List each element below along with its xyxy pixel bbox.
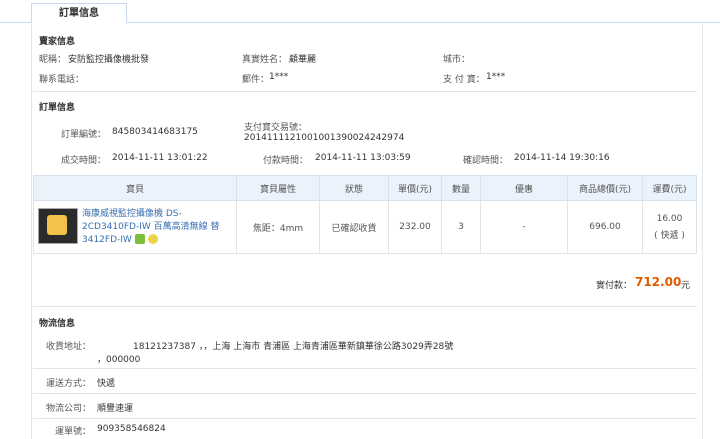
trade-number: 2014111121001001390024242974 — [244, 133, 405, 143]
address-line2: ，000000 — [97, 355, 141, 365]
order-number-label: 訂單編號： — [61, 130, 107, 140]
item-status: 已確認收貨 — [319, 200, 389, 254]
tab-bar: 訂單信息 — [0, 0, 720, 24]
confirm-time-label: 確認時間： — [463, 156, 509, 166]
col-status: 狀態 — [319, 175, 389, 201]
seller-nickname: 安防監控攝像機批發 — [68, 55, 150, 65]
order-number: 845803414683175 — [112, 127, 198, 137]
col-attr: 寶貝屬性 — [236, 175, 320, 201]
seller-nickname-label: 昵稱： — [39, 55, 67, 65]
promo-icon — [134, 234, 145, 244]
seller-phone-label: 聯系電話： — [39, 75, 85, 85]
col-item: 寶貝 — [33, 175, 237, 201]
bulb-icon — [147, 234, 158, 244]
address-label: 收貨地址： — [46, 342, 92, 352]
divider — [33, 368, 697, 369]
item-total: 696.00 — [567, 200, 643, 254]
trade-number-label: 支付寶交易號： — [244, 123, 308, 133]
pay-time: 2014-11-11 13:03:59 — [315, 153, 411, 163]
divider — [33, 393, 697, 394]
deal-time: 2014-11-11 13:01:22 — [112, 153, 208, 163]
confirm-time: 2014-11-14 19:30:16 — [514, 153, 610, 163]
seller-alipay: 1*** — [486, 72, 506, 82]
seller-realname-label: 真實姓名： — [242, 55, 288, 65]
seller-alipay-label: 支 付 寶： — [443, 75, 485, 85]
address-line1: 18121237387 ，，上海 上海市 青浦區 上海青浦區華新鎮華徐公路302… — [133, 342, 454, 352]
item-cell: 海康威視監控攝像機 DS-2CD3410FD-IW 百萬高清無線 替3412FD… — [33, 200, 237, 254]
table-header-row: 寶貝 寶貝屬性 狀態 單價(元) 數量 優惠 商品總價(元) 運費(元) — [33, 175, 697, 201]
logistics-section-title: 物流信息 — [39, 319, 76, 329]
divider — [33, 306, 697, 307]
ship-method: 快遞 — [97, 379, 116, 389]
item-shipping: 16.00 — [656, 213, 683, 224]
seller-email: 1*** — [269, 72, 289, 82]
col-qty: 數量 — [441, 175, 481, 201]
paid-value: 712.00 — [635, 275, 682, 289]
col-discount: 優惠 — [480, 175, 568, 201]
item-qty: 3 — [441, 200, 481, 254]
ship-company-label: 物流公司： — [46, 404, 92, 414]
item-attr: 焦距：4mm — [236, 200, 320, 254]
ship-method-label: 運送方式： — [46, 379, 92, 389]
item-discount: - — [480, 200, 568, 254]
product-thumbnail[interactable] — [38, 207, 78, 244]
pay-time-label: 付款時間： — [263, 156, 309, 166]
tab-order-info[interactable]: 訂單信息 — [31, 3, 127, 24]
col-price: 單價(元) — [388, 175, 442, 201]
item-shipping-cell: 16.00 ( 快遞 ) — [642, 200, 697, 254]
goods-table: 寶貝 寶貝屬性 狀態 單價(元) 數量 優惠 商品總價(元) 運費(元) 海康威… — [33, 175, 697, 254]
paid-unit: 元 — [681, 281, 691, 291]
deal-time-label: 成交時間： — [61, 156, 107, 166]
ship-company: 順豐速運 — [97, 404, 134, 414]
order-section-title: 訂單信息 — [39, 103, 76, 113]
seller-city-label: 城市： — [443, 55, 471, 65]
item-shipping-type: ( 快遞 ) — [654, 230, 685, 241]
seller-section-title: 賣家信息 — [39, 37, 76, 47]
divider — [33, 91, 697, 92]
divider — [33, 418, 697, 419]
table-row: 海康威視監控攝像機 DS-2CD3410FD-IW 百萬高清無線 替3412FD… — [33, 200, 697, 254]
waybill-number: 909358546824 — [97, 424, 166, 434]
seller-realname: 顧華麗 — [289, 55, 317, 65]
seller-email-label: 郵件： — [242, 75, 270, 85]
item-price: 232.00 — [388, 200, 442, 254]
col-total: 商品總價(元) — [567, 175, 643, 201]
waybill-label: 運單號： — [55, 427, 92, 437]
col-shipping: 運費(元) — [642, 175, 697, 201]
paid-label: 實付款： — [596, 281, 633, 291]
